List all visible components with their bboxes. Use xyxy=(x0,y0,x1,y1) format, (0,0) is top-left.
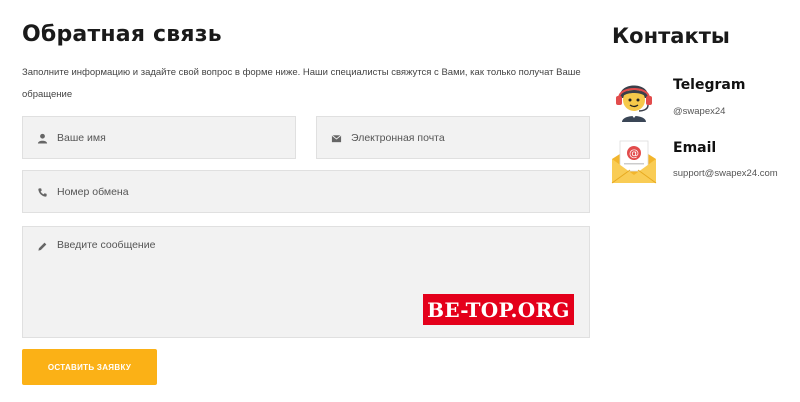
telegram-label: Telegram xyxy=(673,77,746,93)
svg-text:@: @ xyxy=(629,149,639,160)
envelope-icon xyxy=(330,132,342,144)
email-field[interactable] xyxy=(316,116,590,159)
pencil-icon xyxy=(36,240,48,252)
feedback-page: Обратная связь Заполните информацию и за… xyxy=(0,0,800,402)
feedback-description: Заполните информацию и задайте свой вопр… xyxy=(22,67,581,100)
telegram-support-agent-icon xyxy=(610,74,658,122)
email-label: Email xyxy=(673,140,717,156)
user-icon xyxy=(36,132,48,144)
name-input[interactable] xyxy=(57,131,285,145)
email-address-link[interactable]: support@swapex24.com xyxy=(673,168,778,179)
phone-icon xyxy=(36,186,48,198)
name-field[interactable] xyxy=(22,116,296,159)
email-input[interactable] xyxy=(351,131,579,145)
feedback-title: Обратная связь xyxy=(22,22,222,47)
submit-button[interactable]: ОСТАВИТЬ ЗАЯВКУ xyxy=(22,349,157,385)
email-envelope-icon: @ xyxy=(610,137,658,185)
exchange-number-input[interactable] xyxy=(57,185,579,199)
message-field[interactable]: BE-TOP.ORG xyxy=(22,226,590,338)
exchange-number-field[interactable] xyxy=(22,170,590,213)
telegram-handle-link[interactable]: @swapex24 xyxy=(673,106,725,117)
be-top-watermark: BE-TOP.ORG xyxy=(423,294,574,325)
contacts-title: Контакты xyxy=(612,24,730,48)
